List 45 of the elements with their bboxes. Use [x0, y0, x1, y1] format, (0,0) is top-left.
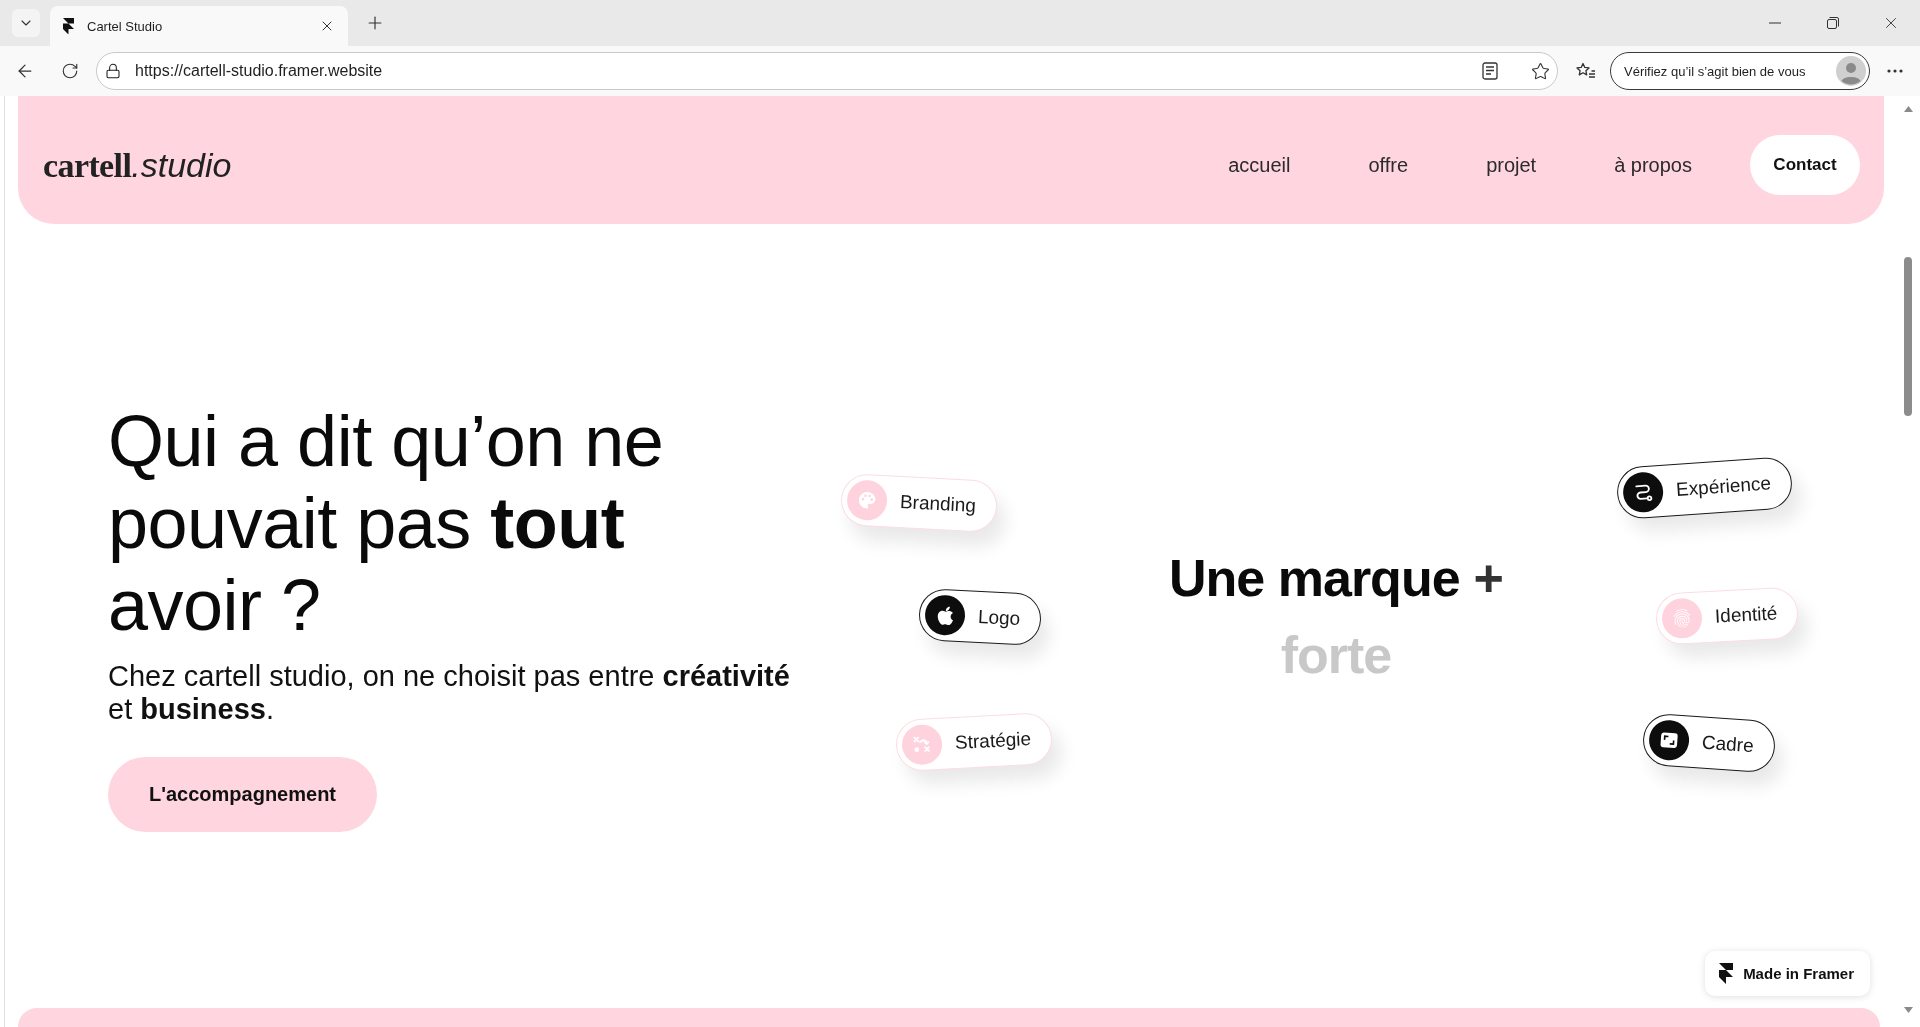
hero-heading: Qui a dit qu’on ne pouvait pas tout avoir ?: [108, 400, 665, 646]
made-in-framer-link[interactable]: Made in Framer: [1705, 951, 1870, 996]
nav-link[interactable]: accueil: [1228, 153, 1291, 177]
avatar-icon: [1836, 56, 1866, 86]
tag-label: Logo: [977, 605, 1021, 631]
profile-button[interactable]: Vérifiez qu’il s’agit bien de vous: [1610, 52, 1870, 90]
plus-symbol: +: [1473, 548, 1503, 609]
restore-icon: [1827, 17, 1839, 29]
star-list-icon: [1576, 62, 1596, 80]
more-icon: [1887, 69, 1903, 73]
browser-tab[interactable]: Cartel Studio: [50, 6, 348, 46]
lock-icon: [105, 63, 121, 79]
reader-view-button[interactable]: [1480, 61, 1500, 81]
scroll-down-icon[interactable]: [1903, 1007, 1913, 1013]
logo-icon: [63, 17, 74, 35]
route-icon: [1621, 470, 1665, 514]
reload-icon: [61, 62, 79, 80]
site-logo[interactable]: cartell.studio: [43, 145, 232, 185]
address-field[interactable]: https://cartell-studio.framer.website: [96, 52, 1558, 90]
contact-button[interactable]: Contact: [1750, 135, 1860, 195]
nav-link[interactable]: à propos: [1614, 153, 1692, 177]
framer-logo-icon: [1719, 963, 1734, 984]
tag-label: Expérience: [1675, 472, 1772, 501]
document-icon: [1482, 62, 1498, 80]
nav-link[interactable]: projet: [1486, 153, 1537, 177]
tag-label: Branding: [899, 491, 977, 517]
favorite-button[interactable]: [1530, 61, 1550, 81]
hero-subtitle: Chez cartell studio, on ne choisit pas entre créativité et business.: [108, 660, 791, 726]
tab-menu-button[interactable]: [12, 9, 40, 37]
apple-icon: [924, 594, 967, 637]
tag-label: Stratégie: [954, 728, 1032, 754]
frame-icon: [1647, 718, 1691, 762]
scroll-up-icon[interactable]: [1903, 106, 1913, 112]
minimize-icon: [1769, 22, 1781, 24]
palette-icon: [846, 479, 889, 522]
headline-text: Une marque: [1169, 548, 1460, 609]
tactics-icon: [901, 723, 944, 766]
fingerprint-icon: [1661, 597, 1704, 640]
tag-label: Identité: [1714, 602, 1778, 628]
tag-label: Cadre: [1701, 731, 1755, 758]
star-icon: [1530, 61, 1550, 81]
nav-link[interactable]: offre: [1368, 153, 1409, 177]
favorites-button[interactable]: [1576, 61, 1596, 81]
scrollbar-thumb[interactable]: [1904, 257, 1912, 416]
cta-button[interactable]: L'accompagnement: [108, 757, 377, 832]
